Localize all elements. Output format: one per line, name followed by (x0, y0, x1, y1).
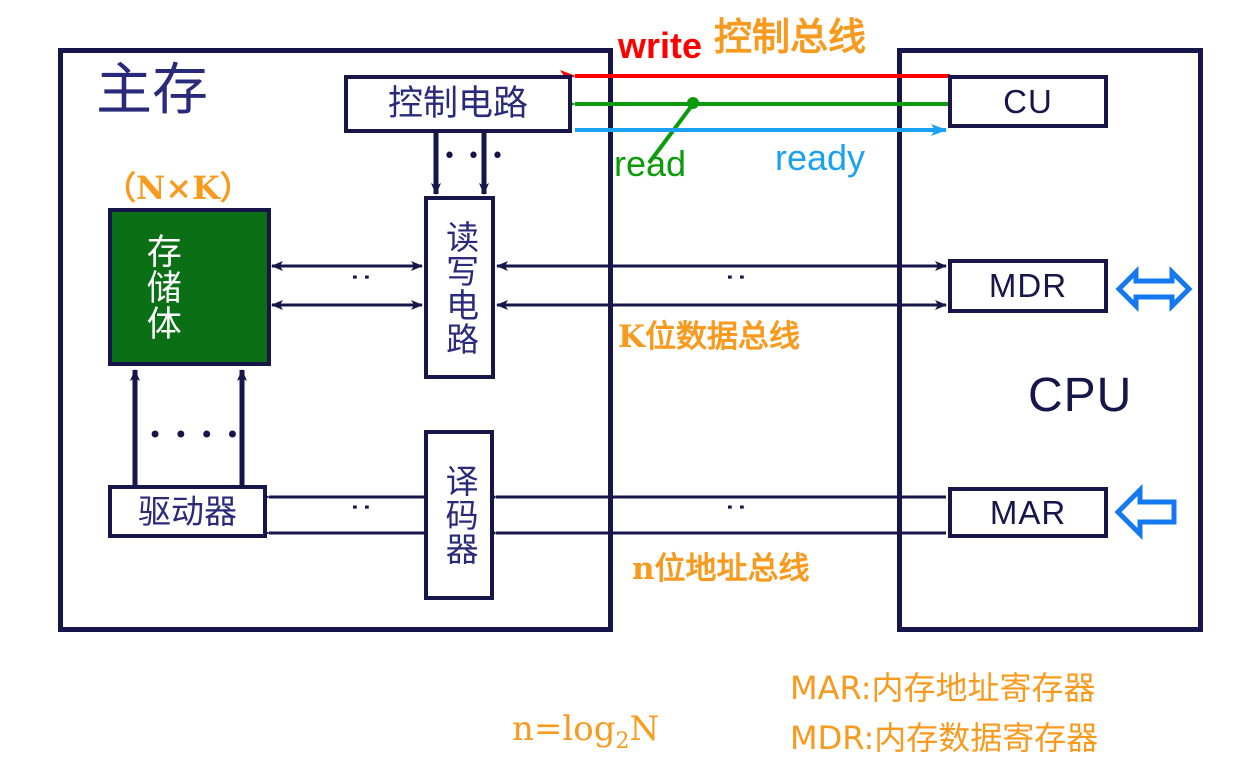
control-circuit-block: 控制电路 (344, 75, 572, 133)
cpu-title: CPU (1028, 369, 1133, 422)
ellipsis-data-bus: : (720, 272, 755, 285)
driver-label: 驱动器 (138, 492, 237, 531)
mdr-label: MDR (988, 267, 1068, 304)
decoder-block: 译码器 (424, 430, 494, 600)
read-write-circuit-block: 读写电路 (424, 196, 495, 379)
diagram-canvas: 存储体 驱动器 控制电路 读写电路 译码器 CU MDR MAR 主存 （N×K… (0, 0, 1244, 777)
decoder-label: 译码器 (440, 464, 480, 566)
formula-tail: N (629, 709, 660, 749)
control-bus-label: 控制总线 (714, 15, 867, 59)
write-signal-label: write (618, 25, 703, 66)
mar-block: MAR (948, 487, 1108, 538)
mar-label: MAR (989, 493, 1067, 531)
mdr-block: MDR (948, 259, 1108, 313)
driver-block: 驱动器 (108, 485, 267, 538)
formula-subscript: 2 (615, 728, 630, 754)
cu-block: CU (948, 75, 1108, 128)
capacity-note: （N×K） (104, 169, 252, 207)
ellipsis-control-to-rw: • • • (443, 144, 506, 169)
read-write-circuit-label: 读写电路 (440, 219, 480, 356)
mdr-expansion-legend: MDR:内存数据寄存器 (790, 719, 1099, 757)
mar-expansion-legend: MAR:内存地址寄存器 (790, 669, 1096, 707)
read-signal-label: read (614, 143, 687, 184)
storage-body-block: 存储体 (108, 208, 271, 366)
cu-label: CU (1003, 82, 1053, 120)
control-circuit-label: 控制电路 (387, 83, 528, 124)
ellipsis-address-bus: : (720, 502, 755, 515)
storage-body-label: 存储体 (140, 233, 181, 341)
ellipsis-storage-rw: : (345, 272, 380, 285)
address-bus-label: n位地址总线 (632, 551, 810, 587)
data-bus-label: K位数据总线 (618, 319, 800, 355)
main-memory-title: 主存 (96, 58, 208, 123)
ready-signal-label: ready (775, 137, 866, 178)
formula-n-log2n: n=log2N (512, 712, 659, 753)
cpu-container (897, 48, 1203, 632)
ellipsis-driver-storage: • • • • (148, 421, 242, 449)
ellipsis-decoder-driver: : (345, 502, 380, 515)
formula-head: n=log (512, 709, 616, 749)
